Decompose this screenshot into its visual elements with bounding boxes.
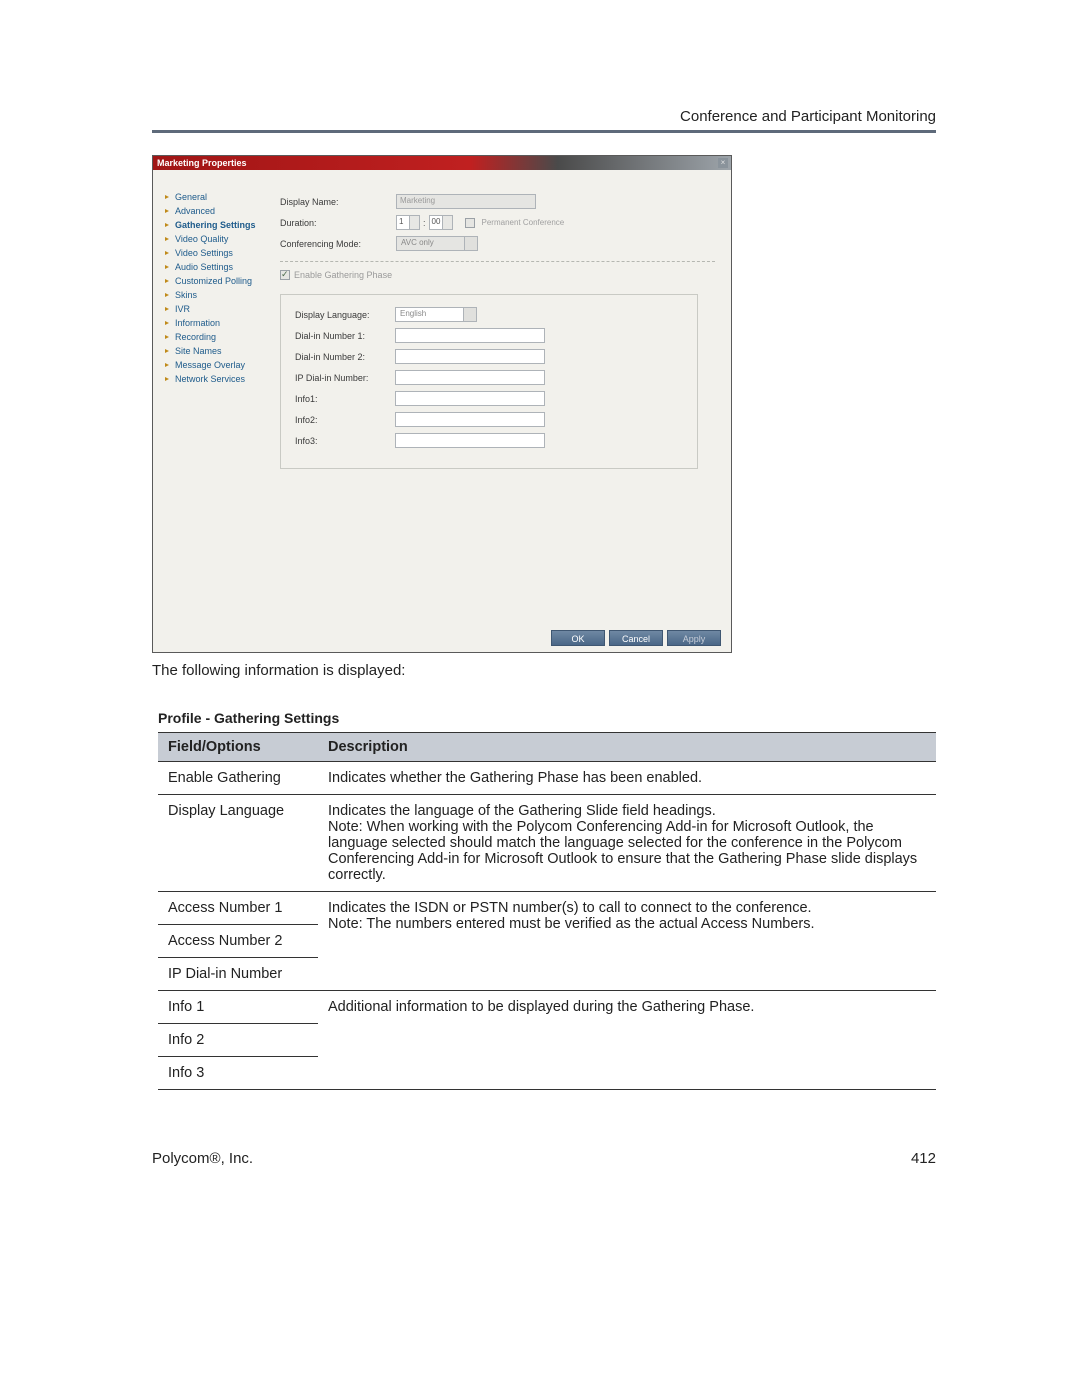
nav-video-settings[interactable]: Video Settings (165, 246, 262, 260)
ipdial-label: IP Dial-in Number: (295, 373, 395, 383)
duration-colon: : (423, 218, 426, 228)
info1-label: Info1: (295, 394, 395, 404)
display-name-input[interactable]: Marketing (396, 194, 536, 209)
dialin2-label: Dial-in Number 2: (295, 352, 395, 362)
row-enable-gathering-desc: Indicates whether the Gathering Phase ha… (318, 762, 936, 795)
duration-label: Duration: (280, 218, 396, 228)
row-info1-field: Info 1 (158, 991, 318, 1024)
nav-general[interactable]: General (165, 190, 262, 204)
apply-button[interactable]: Apply (667, 630, 721, 646)
permanent-conf-checkbox[interactable] (465, 218, 475, 228)
ok-button[interactable]: OK (551, 630, 605, 646)
dialin1-label: Dial-in Number 1: (295, 331, 395, 341)
dialin1-input[interactable] (395, 328, 545, 343)
nav-panel: General Advanced Gathering Settings Vide… (153, 170, 268, 652)
dialog-window: Marketing Properties × General Advanced … (152, 155, 732, 653)
row-display-language-field: Display Language (158, 795, 318, 892)
conf-mode-label: Conferencing Mode: (280, 239, 396, 249)
nav-gathering-settings[interactable]: Gathering Settings (165, 218, 262, 232)
settings-table: Field/Options Description Enable Gatheri… (158, 732, 936, 1090)
row-info3-field: Info 3 (158, 1057, 318, 1090)
ipdial-input[interactable] (395, 370, 545, 385)
nav-customized-polling[interactable]: Customized Polling (165, 274, 262, 288)
header-field: Field/Options (158, 733, 318, 762)
divider (280, 261, 715, 262)
row-access1-field: Access Number 1 (158, 892, 318, 925)
caption-text: The following information is displayed: (152, 662, 405, 679)
conf-mode-select[interactable]: AVC only (396, 236, 478, 251)
info2-input[interactable] (395, 412, 545, 427)
duration-hours-stepper[interactable]: 1 (396, 215, 420, 230)
page-header: Conference and Participant Monitoring (680, 108, 936, 125)
display-language-label: Display Language: (295, 310, 395, 320)
gathering-frame: Display Language: English Dial-in Number… (280, 294, 698, 469)
info3-label: Info3: (295, 436, 395, 446)
enable-gathering-checkbox[interactable] (280, 270, 290, 280)
duration-mins-stepper[interactable]: 00 (429, 215, 453, 230)
display-language-select[interactable]: English (395, 307, 477, 322)
nav-network-services[interactable]: Network Services (165, 372, 262, 386)
nav-ivr[interactable]: IVR (165, 302, 262, 316)
cancel-button[interactable]: Cancel (609, 630, 663, 646)
row-ipdial-field: IP Dial-in Number (158, 958, 318, 991)
nav-site-names[interactable]: Site Names (165, 344, 262, 358)
info1-input[interactable] (395, 391, 545, 406)
row-info2-field: Info 2 (158, 1024, 318, 1057)
row-display-language-desc: Indicates the language of the Gathering … (318, 795, 936, 892)
row-access2-field: Access Number 2 (158, 925, 318, 958)
close-icon[interactable]: × (718, 158, 728, 168)
info3-input[interactable] (395, 433, 545, 448)
footer-page-number: 412 (911, 1150, 936, 1167)
table-title: Profile - Gathering Settings (158, 710, 339, 726)
titlebar: Marketing Properties × (153, 156, 731, 170)
row-access-desc: Indicates the ISDN or PSTN number(s) to … (318, 892, 936, 991)
header-desc: Description (318, 733, 936, 762)
permanent-conf-label: Permanent Conference (482, 218, 565, 227)
nav-information[interactable]: Information (165, 316, 262, 330)
nav-skins[interactable]: Skins (165, 288, 262, 302)
display-name-label: Display Name: (280, 197, 396, 207)
content-panel: Display Name: Marketing Duration: 1 : 00… (268, 170, 731, 652)
info2-label: Info2: (295, 415, 395, 425)
dialog-title: Marketing Properties (153, 158, 247, 168)
header-rule (152, 130, 936, 133)
row-info-desc: Additional information to be displayed d… (318, 991, 936, 1090)
nav-video-quality[interactable]: Video Quality (165, 232, 262, 246)
row-enable-gathering-field: Enable Gathering (158, 762, 318, 795)
enable-gathering-label: Enable Gathering Phase (294, 270, 392, 280)
nav-message-overlay[interactable]: Message Overlay (165, 358, 262, 372)
dialin2-input[interactable] (395, 349, 545, 364)
nav-advanced[interactable]: Advanced (165, 204, 262, 218)
footer-company: Polycom®, Inc. (152, 1150, 253, 1167)
nav-audio-settings[interactable]: Audio Settings (165, 260, 262, 274)
nav-recording[interactable]: Recording (165, 330, 262, 344)
